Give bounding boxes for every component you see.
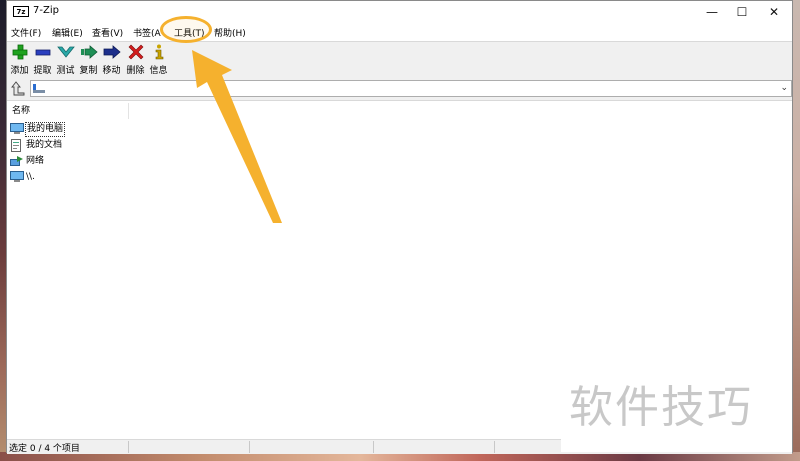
list-item-label: 我的电脑 [25, 122, 66, 137]
status-text: 选定 0 / 4 个项目 [9, 444, 80, 454]
status-divider [373, 441, 374, 453]
watermark-text: 软件技巧 [569, 382, 753, 433]
minimize-icon: — [706, 5, 718, 19]
menu-bookmarks[interactable]: 书签(A [133, 26, 161, 39]
menu-file[interactable]: 文件(F) [11, 26, 41, 39]
list-item-label: \\. [26, 172, 35, 182]
computer-icon [10, 171, 24, 182]
status-divider [128, 441, 129, 453]
check-icon [56, 46, 75, 58]
menu-edit[interactable]: 编辑(E) [52, 26, 83, 39]
desktop-right-edge [792, 0, 800, 461]
window-title: 7-Zip [33, 5, 59, 16]
folder-up-button[interactable] [10, 81, 26, 97]
menu-view[interactable]: 查看(V) [92, 26, 123, 39]
computer-icon [10, 123, 24, 134]
watermark-panel: 软件技巧 [561, 363, 792, 452]
list-item-label: 网络 [26, 156, 45, 166]
computer-drive-icon [33, 84, 45, 93]
address-input[interactable]: ⌄ [30, 80, 792, 97]
annotation-highlight-ring [160, 16, 212, 43]
status-divider [249, 441, 250, 453]
list-item-label: 我的文档 [26, 140, 63, 150]
address-bar: ⌄ [7, 78, 792, 101]
minus-icon [35, 49, 50, 56]
info-button[interactable]: 信息 [147, 44, 170, 78]
minimize-button[interactable]: — [697, 1, 727, 23]
info-label: 信息 [149, 66, 168, 76]
info-icon [155, 44, 163, 60]
maximize-icon: ☐ [736, 5, 748, 19]
network-icon [10, 156, 23, 166]
column-header-name[interactable]: 名称 [7, 103, 129, 119]
close-icon: ✕ [768, 5, 780, 19]
menu-bar: 文件(F) 编辑(E) 查看(V) 书签(A 工具(T) 帮助(H) [7, 23, 792, 41]
toolbar: 添加 提取 测试 复制 移动 删除 信息 [7, 41, 792, 79]
plus-icon [12, 44, 27, 60]
status-divider [494, 441, 495, 453]
menu-help[interactable]: 帮助(H) [214, 26, 246, 39]
title-bar[interactable]: 7z 7-Zip — ☐ ✕ [7, 1, 792, 23]
delete-x-icon [128, 44, 143, 60]
app-icon: 7z [13, 6, 29, 17]
folder-up-icon [11, 81, 25, 96]
copy-arrow-icon [80, 45, 98, 59]
chevron-down-icon[interactable]: ⌄ [780, 83, 788, 93]
maximize-button[interactable]: ☐ [727, 1, 757, 23]
documents-icon [11, 139, 21, 152]
close-button[interactable]: ✕ [759, 1, 789, 23]
move-arrow-icon [103, 45, 121, 59]
